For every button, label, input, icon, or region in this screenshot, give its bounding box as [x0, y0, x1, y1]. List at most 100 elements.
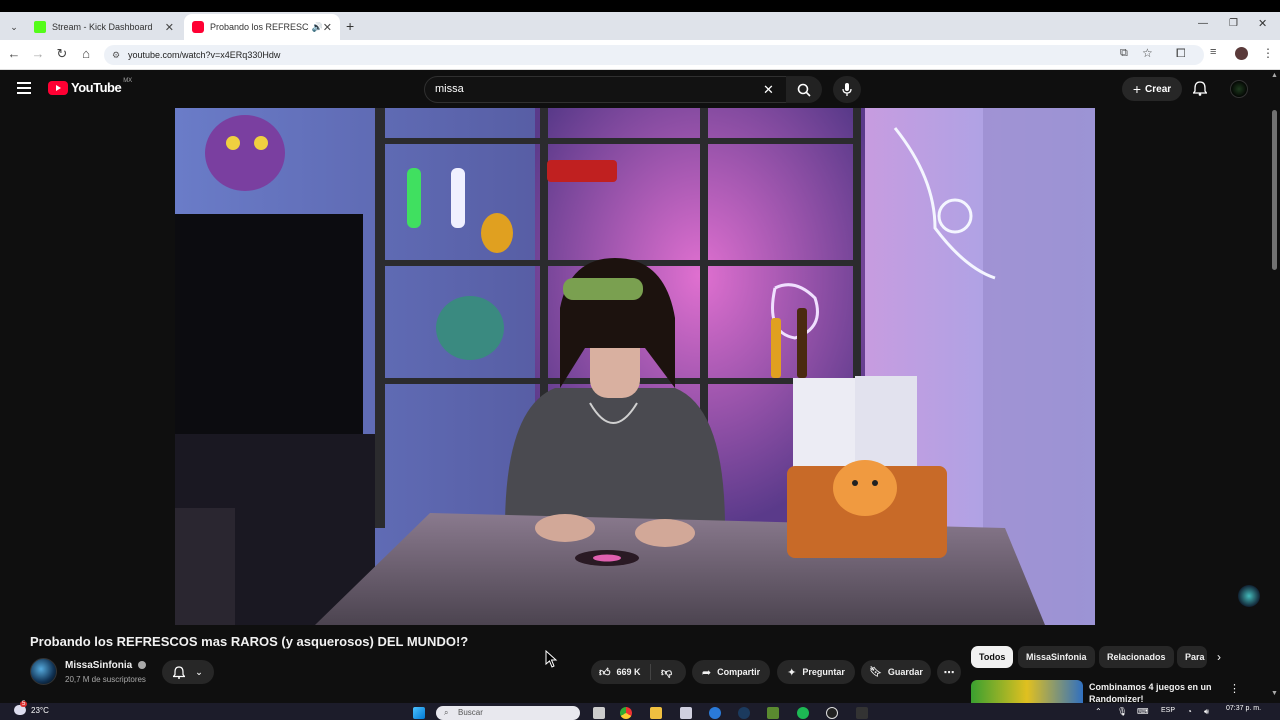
bookmark-icon: 🔖︎: [869, 666, 882, 678]
browser-menu-icon[interactable]: ⋮: [1262, 46, 1274, 60]
address-bar[interactable]: ⚙ youtube.com/watch?v=x4ERq330Hdw: [104, 45, 1204, 65]
url-text: youtube.com/watch?v=x4ERq330Hdw: [128, 50, 281, 60]
chevron-down-icon: ⌄: [10, 22, 18, 32]
save-button[interactable]: 🔖︎ Guardar: [861, 660, 931, 684]
back-icon[interactable]: ←: [6, 46, 22, 61]
tray-volume-icon[interactable]: 🔊︎: [1204, 707, 1209, 717]
youtube-logo[interactable]: YouTube MX: [48, 77, 133, 95]
tab-title: Probando los REFRESCOS m: [210, 22, 309, 32]
miniplayer-avatar[interactable]: [1238, 585, 1260, 607]
clear-search-icon[interactable]: ✕: [763, 77, 774, 102]
close-window-button[interactable]: ✕: [1258, 17, 1267, 30]
tab-youtube-video[interactable]: Probando los REFRESCOS m 🔊 ✕: [184, 14, 340, 40]
country-code: MX: [123, 77, 133, 84]
new-tab-button[interactable]: +: [346, 18, 354, 34]
store-app-icon[interactable]: [680, 707, 692, 719]
share-button[interactable]: ➦ Compartir: [692, 660, 770, 684]
recommended-title[interactable]: Combinamos 4 juegos en un Randomizer!: [1089, 681, 1219, 703]
tray-mic-icon[interactable]: 🎙︎: [1117, 707, 1127, 716]
language-indicator[interactable]: ESP: [1161, 707, 1175, 714]
save-label: Guardar: [887, 667, 923, 677]
search-button[interactable]: [786, 76, 822, 103]
tray-keyboard-icon[interactable]: ⌨: [1137, 707, 1149, 716]
restore-button[interactable]: ❐: [1229, 18, 1238, 29]
recommended-menu-icon[interactable]: ⋮: [1229, 682, 1240, 695]
media-control-icon[interactable]: ≡: [1210, 46, 1216, 58]
weather-icon: 5: [14, 701, 28, 715]
channel-avatar[interactable]: [30, 658, 57, 685]
channel-name-text: MissaSinfonia: [65, 660, 133, 671]
hamburger-menu-icon[interactable]: [17, 81, 31, 94]
tab-title: Stream - Kick Dashboard: [52, 22, 153, 32]
share-label: Compartir: [717, 667, 761, 677]
notifications-bell-icon[interactable]: [1192, 81, 1208, 101]
install-app-icon[interactable]: ⧉: [1120, 47, 1128, 60]
start-windows-icon[interactable]: [413, 707, 425, 719]
subscription-bell-button[interactable]: ⌄: [162, 660, 214, 684]
extensions-icon[interactable]: ⧠: [1176, 46, 1186, 61]
app-icon[interactable]: [856, 707, 868, 719]
speaker-icon[interactable]: 🔊: [312, 22, 323, 33]
channel-name[interactable]: MissaSinfonia: [65, 660, 147, 671]
dislike-button[interactable]: 👎︎: [651, 666, 672, 679]
chip-para-ti[interactable]: Para: [1177, 646, 1207, 668]
reload-icon[interactable]: ↻: [54, 46, 70, 62]
youtube-favicon-icon: [192, 21, 204, 33]
weather-temp: 23°C: [31, 705, 49, 715]
steam-app-icon[interactable]: [738, 707, 750, 719]
file-explorer-icon[interactable]: [650, 707, 662, 719]
top-bezel: [0, 0, 1280, 12]
ask-label: Preguntar: [802, 667, 845, 677]
tray-network-icon[interactable]: ◔: [1187, 707, 1192, 716]
forward-icon[interactable]: →: [30, 46, 46, 61]
like-button[interactable]: 👍︎ 669 K: [591, 664, 651, 680]
minecraft-app-icon[interactable]: [767, 707, 779, 719]
create-button[interactable]: + Crear: [1122, 77, 1182, 101]
scroll-down-arrow-icon[interactable]: ▼: [1271, 690, 1278, 697]
site-info-icon[interactable]: ⚙: [112, 45, 120, 65]
spotify-app-icon[interactable]: [797, 707, 809, 719]
home-icon[interactable]: ⌂: [78, 46, 94, 61]
taskbar-search[interactable]: ⌕ Buscar: [436, 706, 580, 720]
microphone-icon: [842, 82, 852, 96]
windows-taskbar: [0, 703, 1280, 720]
voice-search-button[interactable]: [833, 76, 861, 103]
clock-time[interactable]: 07:37 p. m.: [1226, 705, 1261, 712]
tab-kick-dashboard[interactable]: Stream - Kick Dashboard ✕: [26, 14, 182, 40]
close-tab-icon[interactable]: ✕: [165, 21, 174, 34]
taskbar-search-placeholder: Buscar: [458, 708, 483, 717]
bookmark-star-icon[interactable]: ☆: [1142, 46, 1153, 60]
more-actions-button[interactable]: ⋯: [937, 660, 961, 684]
chip-missasinfonia[interactable]: MissaSinfonia: [1018, 646, 1095, 668]
scrollbar-thumb[interactable]: [1272, 110, 1277, 270]
profile-avatar[interactable]: [1235, 47, 1248, 60]
ask-button[interactable]: ✦ Preguntar: [777, 660, 855, 684]
youtube-logo-text: YouTube: [71, 80, 122, 95]
video-frame: [175, 108, 1095, 625]
share-arrow-icon: ➦: [701, 666, 712, 679]
search-input[interactable]: missa ✕: [424, 76, 788, 103]
weather-widget[interactable]: 5 23°C: [14, 701, 49, 715]
recommended-thumbnail[interactable]: [971, 680, 1083, 703]
edge-app-icon[interactable]: [709, 707, 721, 719]
taskbar-search-icon: ⌕: [444, 708, 449, 717]
tray-overflow-icon[interactable]: ⌃: [1095, 707, 1102, 716]
minimize-button[interactable]: —: [1198, 18, 1208, 29]
verified-icon: [138, 661, 147, 670]
chip-todos[interactable]: Todos: [971, 646, 1014, 668]
tab-search-button[interactable]: ⌄: [6, 19, 22, 35]
search-value: missa: [435, 83, 464, 95]
account-avatar[interactable]: [1230, 80, 1248, 98]
chip-relacionados[interactable]: Relacionados: [1099, 646, 1174, 668]
mouse-cursor-icon: [545, 649, 561, 673]
close-tab-icon[interactable]: ✕: [323, 21, 332, 34]
like-dislike-group: 👍︎ 669 K 👎︎: [591, 660, 686, 684]
search-icon: [797, 83, 811, 97]
chips-next-arrow-icon[interactable]: ›: [1217, 650, 1221, 664]
like-count: 669 K: [616, 667, 641, 677]
video-player[interactable]: [175, 108, 1095, 625]
chrome-app-icon[interactable]: [620, 707, 632, 719]
task-view-icon[interactable]: [593, 707, 605, 719]
scroll-up-arrow-icon[interactable]: ▲: [1271, 72, 1278, 79]
obs-app-icon[interactable]: [826, 707, 838, 719]
